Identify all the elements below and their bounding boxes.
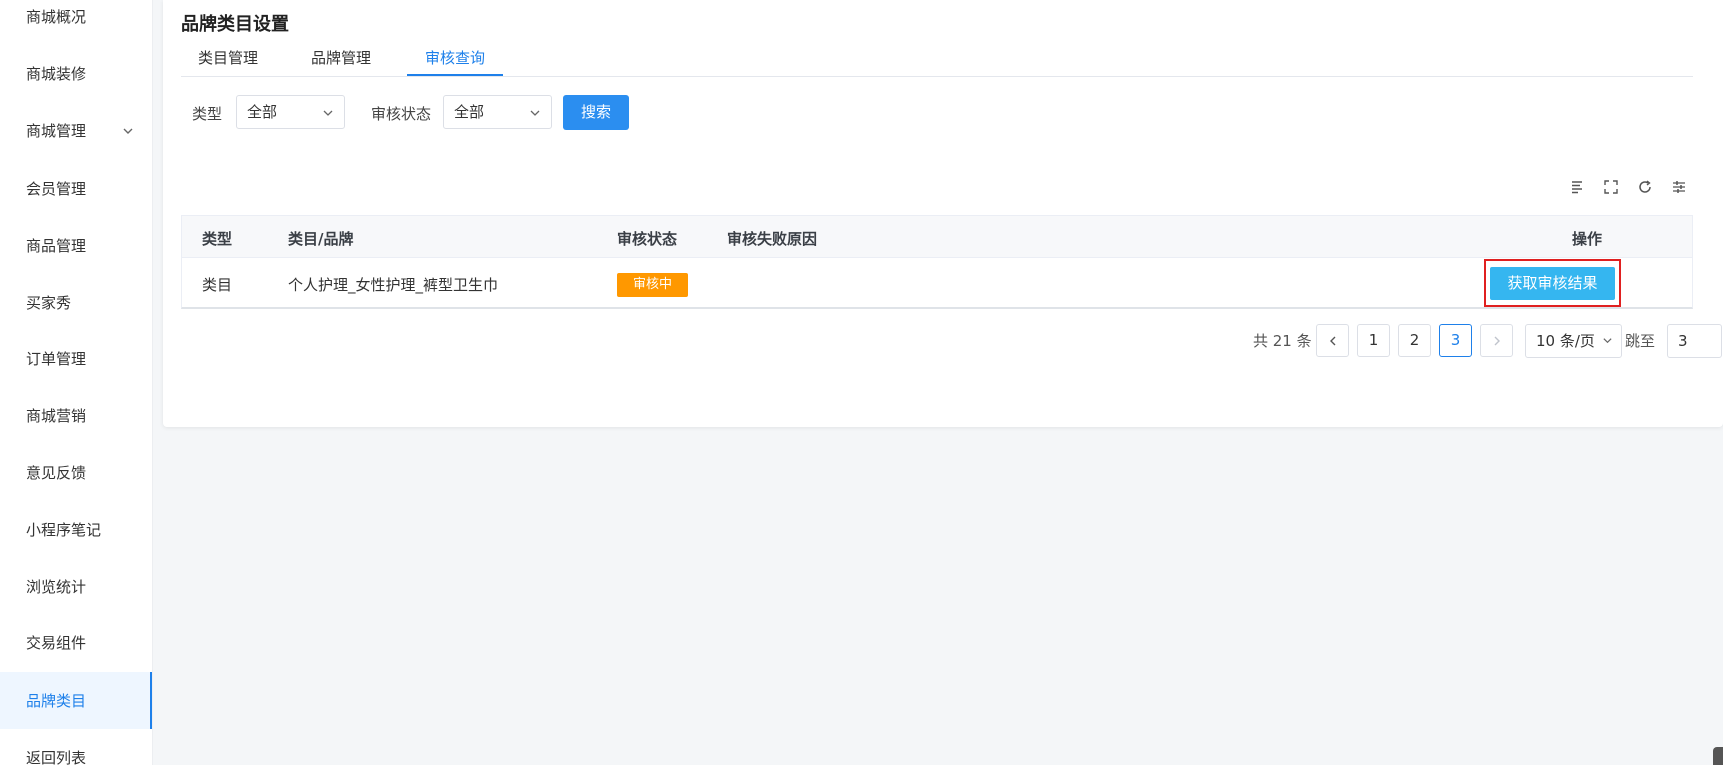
sidebar: 商城概况 商城装修 商城管理 会员管理 商品管理 买家秀 订单管理 商城营销 意…: [0, 0, 153, 765]
column-header-review-status: 审核状态: [617, 230, 678, 248]
chevron-down-icon: [323, 110, 333, 116]
page-title: 品牌类目设置: [181, 14, 289, 35]
page-button-1[interactable]: 1: [1357, 324, 1390, 357]
sidebar-item-label: 会员管理: [26, 180, 87, 198]
page-size-value: 10 条/页: [1536, 332, 1595, 350]
sidebar-item-mall-decoration[interactable]: 商城装修: [0, 45, 152, 102]
sidebar-item-browse-stats[interactable]: 浏览统计: [0, 558, 152, 615]
page-button-3[interactable]: 3: [1439, 324, 1472, 357]
refresh-icon[interactable]: [1636, 178, 1654, 196]
column-header-action: 操作: [1572, 230, 1603, 248]
sidebar-item-label: 商品管理: [26, 237, 87, 255]
chevron-down-icon: [123, 128, 133, 134]
cell-category-brand: 个人护理_女性护理_裤型卫生巾: [288, 276, 499, 294]
sidebar-item-label: 商城概况: [26, 8, 87, 26]
sidebar-item-label: 交易组件: [26, 634, 87, 652]
density-icon[interactable]: [1568, 178, 1586, 196]
status-select[interactable]: 全部: [443, 95, 552, 129]
search-button[interactable]: 搜索: [563, 95, 629, 130]
sidebar-item-label: 订单管理: [26, 350, 87, 368]
table-header: [182, 216, 1692, 258]
sidebar-item-mall-marketing[interactable]: 商城营销: [0, 387, 152, 444]
sidebar-item-mall-management[interactable]: 商城管理: [0, 102, 152, 159]
jump-label: 跳至: [1625, 332, 1656, 350]
sidebar-item-label: 小程序笔记: [26, 521, 102, 539]
chevron-right-icon: [1494, 336, 1500, 346]
type-select[interactable]: 全部: [236, 95, 345, 129]
highlight-box: 获取审核结果: [1484, 259, 1621, 307]
cell-type: 类目: [202, 276, 233, 294]
sidebar-item-buyer-show[interactable]: 买家秀: [0, 274, 152, 331]
sidebar-item-miniprogram-notes[interactable]: 小程序笔记: [0, 501, 152, 558]
column-settings-icon[interactable]: [1670, 178, 1688, 196]
sidebar-item-label: 商城装修: [26, 65, 87, 83]
sidebar-item-label: 返回列表: [26, 749, 87, 765]
sidebar-item-mall-overview[interactable]: 商城概况: [0, 0, 152, 45]
sidebar-item-brand-category[interactable]: 品牌类目: [0, 672, 152, 729]
sidebar-item-feedback[interactable]: 意见反馈: [0, 444, 152, 501]
sidebar-item-product-management[interactable]: 商品管理: [0, 217, 152, 274]
type-select-value: 全部: [247, 103, 278, 121]
tab-brand-management[interactable]: 品牌管理: [294, 44, 388, 76]
status-badge: 审核中: [617, 273, 688, 297]
pagination-total: 共 21 条: [1253, 332, 1312, 350]
chevron-left-icon: [1329, 336, 1335, 346]
sidebar-item-label: 商城营销: [26, 407, 87, 425]
column-header-fail-reason: 审核失败原因: [727, 230, 818, 248]
tab-review-query[interactable]: 审核查询: [407, 44, 503, 76]
column-header-category-brand: 类目/品牌: [288, 230, 354, 248]
sidebar-item-order-management[interactable]: 订单管理: [0, 330, 152, 387]
get-review-result-button[interactable]: 获取审核结果: [1490, 267, 1615, 300]
sidebar-item-label: 浏览统计: [26, 578, 87, 596]
sidebar-item-label: 品牌类目: [26, 692, 87, 710]
status-filter-label: 审核状态: [371, 105, 432, 123]
scrollbar-thumb[interactable]: [1713, 747, 1723, 765]
column-header-type: 类型: [202, 230, 233, 248]
sidebar-item-member-management[interactable]: 会员管理: [0, 160, 152, 217]
chevron-down-icon: [530, 110, 540, 116]
chevron-down-icon: [1603, 338, 1612, 344]
page-size-select[interactable]: 10 条/页: [1525, 324, 1622, 358]
sidebar-item-back-to-list[interactable]: 返回列表: [0, 729, 152, 765]
status-select-value: 全部: [454, 103, 485, 121]
prev-page-button[interactable]: [1316, 324, 1349, 357]
sidebar-item-label: 买家秀: [26, 294, 72, 312]
page-button-2[interactable]: 2: [1398, 324, 1431, 357]
type-filter-label: 类型: [192, 105, 223, 123]
sidebar-item-label: 意见反馈: [26, 464, 87, 482]
sidebar-item-label: 商城管理: [26, 122, 87, 140]
tab-category-management[interactable]: 类目管理: [181, 44, 275, 76]
sidebar-item-trade-component[interactable]: 交易组件: [0, 614, 152, 671]
main-card: 品牌类目设置 类目管理 品牌管理 审核查询 类型 全部 审核状态 全部 搜索 类…: [163, 0, 1723, 427]
fullscreen-icon[interactable]: [1602, 178, 1620, 196]
jump-page-input[interactable]: [1667, 324, 1722, 358]
tab-bar: 类目管理 品牌管理 审核查询: [181, 44, 1693, 77]
review-table: 类型 类目/品牌 审核状态 审核失败原因 操作 类目 个人护理_女性护理_裤型卫…: [181, 215, 1693, 309]
next-page-button[interactable]: [1480, 324, 1513, 357]
